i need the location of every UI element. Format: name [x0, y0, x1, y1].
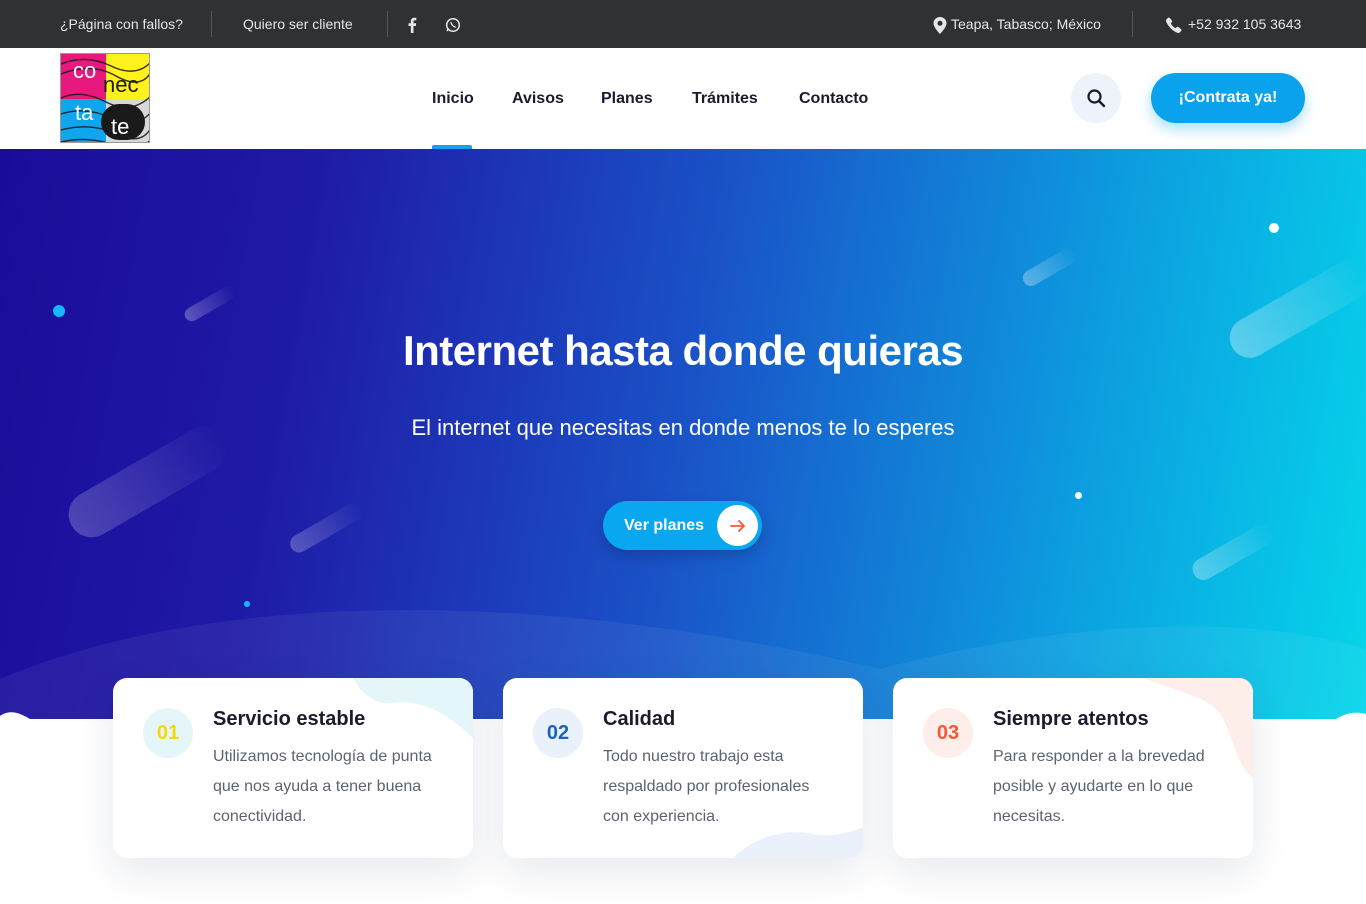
- main-header: co nec ta te Inicio Avisos Planes Trámit…: [0, 48, 1366, 149]
- feature-title: Servicio estable: [213, 708, 366, 730]
- decor-streak: [1188, 519, 1278, 585]
- feature-description: Utilizamos tecnología de punta que nos a…: [213, 748, 432, 825]
- logo-text: te: [111, 114, 130, 139]
- decor-dot: [1075, 492, 1082, 499]
- hero-title: Internet hasta donde quieras: [402, 327, 964, 374]
- location-text: Teapa, Tabasco; México: [951, 16, 1101, 32]
- decor-blob: [353, 678, 473, 738]
- hero-section: Internet hasta donde quieras El internet…: [0, 149, 1366, 719]
- decor-streak: [1020, 245, 1080, 289]
- map-pin-icon: [933, 16, 947, 34]
- phone-icon: [1166, 17, 1182, 34]
- decor-streak: [286, 500, 366, 556]
- report-bug-link[interactable]: ¿Página con fallos?: [60, 0, 183, 48]
- divider: [387, 11, 388, 37]
- decor-dot: [1269, 223, 1279, 233]
- nav-item-avisos[interactable]: Avisos: [512, 48, 564, 149]
- feature-card-always-attentive: 03 Siempre atentos Para responder a la b…: [893, 678, 1253, 858]
- feature-number: 02: [533, 708, 583, 758]
- logo-text: ta: [75, 100, 94, 125]
- feature-title: Calidad: [603, 708, 676, 730]
- view-plans-button[interactable]: Ver planes: [603, 501, 762, 550]
- phone-text: +52 932 105 3643: [1188, 16, 1302, 32]
- feature-card-stable-service: 01 Servicio estable Utilizamos tecnologí…: [113, 678, 473, 858]
- decor-blob: [733, 828, 863, 858]
- feature-card-quality: 02 Calidad Todo nuestro trabajo esta res…: [503, 678, 863, 858]
- facebook-icon[interactable]: [406, 0, 418, 48]
- search-icon: [1087, 89, 1106, 108]
- divider: [211, 11, 212, 37]
- feature-description: Todo nuestro trabajo esta respaldado por…: [603, 748, 810, 825]
- top-bar: ¿Página con fallos? Quiero ser cliente T…: [0, 0, 1366, 48]
- phone-info[interactable]: +52 932 105 3643: [1166, 0, 1301, 48]
- site-logo[interactable]: co nec ta te: [60, 53, 150, 143]
- feature-description: Para responder a la brevedad posible y a…: [993, 748, 1205, 825]
- nav-item-inicio[interactable]: Inicio: [432, 48, 474, 149]
- nav-item-contacto[interactable]: Contacto: [799, 48, 868, 149]
- arrow-right-icon: [717, 505, 758, 546]
- logo-text: co: [73, 58, 97, 83]
- contract-now-button[interactable]: ¡Contrata ya!: [1151, 73, 1305, 123]
- decor-streak: [182, 284, 237, 324]
- search-button[interactable]: [1071, 73, 1121, 123]
- feature-title: Siempre atentos: [993, 708, 1149, 730]
- whatsapp-icon[interactable]: [445, 0, 461, 48]
- decor-dot: [53, 305, 65, 317]
- nav-item-planes[interactable]: Planes: [601, 48, 653, 149]
- become-client-link[interactable]: Quiero ser cliente: [243, 0, 353, 48]
- hero-subtitle: El internet que necesitas en donde menos…: [411, 415, 955, 440]
- feature-number: 01: [143, 708, 193, 758]
- view-plans-label: Ver planes: [624, 517, 705, 534]
- location-info: Teapa, Tabasco; México: [933, 0, 1101, 48]
- nav-item-tramites[interactable]: Trámites: [692, 48, 758, 149]
- feature-number: 03: [923, 708, 973, 758]
- logo-text: nec: [103, 72, 139, 97]
- divider: [1132, 11, 1133, 37]
